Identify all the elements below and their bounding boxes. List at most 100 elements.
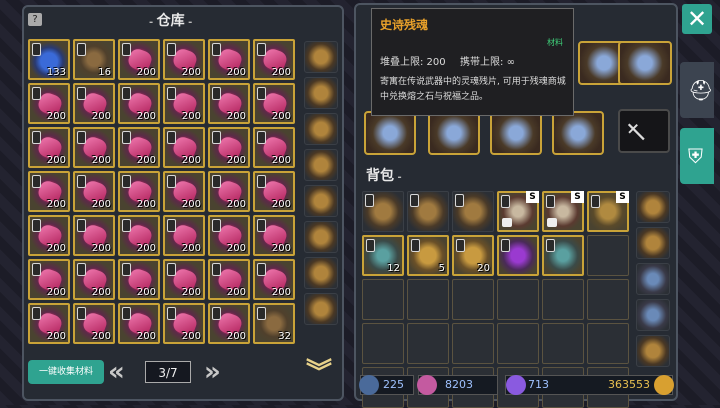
warehouse-slot[interactable]: 200	[28, 215, 70, 256]
backpack-empty-slot[interactable]	[452, 279, 494, 320]
side-item-bag[interactable]	[304, 257, 338, 289]
warehouse-slot[interactable]: 200	[73, 215, 115, 256]
backpack-slot[interactable]	[362, 191, 404, 232]
backpack-empty-slot[interactable]	[497, 279, 539, 320]
backpack-empty-slot[interactable]	[452, 323, 494, 364]
warehouse-slot[interactable]: 200	[163, 83, 205, 124]
side-item-bag[interactable]	[304, 149, 338, 181]
equip-slot-gloves[interactable]	[428, 111, 480, 155]
backpack-slot[interactable]: 20	[452, 235, 494, 276]
equip-slot-accessory[interactable]	[490, 111, 542, 155]
side-item-gem[interactable]	[636, 299, 670, 331]
warehouse-slot[interactable]: 32	[253, 303, 295, 344]
item-count: 200	[136, 287, 156, 298]
warehouse-slot[interactable]: 200	[28, 259, 70, 300]
warehouse-slot[interactable]: 200	[253, 259, 295, 300]
warehouse-slot[interactable]: 200	[208, 303, 250, 344]
prev-page-arrow-icon[interactable]: «	[108, 359, 125, 385]
bind-tag-icon	[257, 43, 266, 56]
warehouse-slot[interactable]: 200	[163, 259, 205, 300]
tab-armor[interactable]: ⛨	[680, 128, 714, 184]
warehouse-slot[interactable]: 133	[28, 39, 70, 80]
backpack-empty-slot[interactable]	[542, 279, 584, 320]
backpack-slot[interactable]: 12	[362, 235, 404, 276]
equip-slot-armor[interactable]	[364, 111, 416, 155]
backpack-slot[interactable]: 5	[407, 235, 449, 276]
backpack-slot[interactable]: S	[587, 191, 629, 232]
next-page-arrow-icon[interactable]: »	[204, 359, 221, 385]
warehouse-slot[interactable]: 200	[118, 83, 160, 124]
backpack-slot[interactable]: S	[542, 191, 584, 232]
side-item-chest[interactable]	[636, 227, 670, 259]
backpack-empty-slot[interactable]	[407, 279, 449, 320]
side-item-gem[interactable]	[636, 263, 670, 295]
side-item-bag[interactable]	[304, 221, 338, 253]
equip-slot-ring[interactable]	[552, 111, 604, 155]
warehouse-slot[interactable]: 200	[73, 303, 115, 344]
side-item-bag[interactable]	[304, 185, 338, 217]
warehouse-slot[interactable]: 200	[253, 127, 295, 168]
warehouse-slot[interactable]: 200	[118, 303, 160, 344]
backpack-slot[interactable]	[497, 235, 539, 276]
backpack-slot[interactable]: S	[497, 191, 539, 232]
warehouse-slot[interactable]: 200	[118, 171, 160, 212]
warehouse-slot[interactable]: 200	[208, 83, 250, 124]
expand-down-chevron-icon[interactable]: ︾	[306, 360, 332, 386]
warehouse-slot[interactable]: 200	[73, 127, 115, 168]
warehouse-title: - 仓库 -	[149, 13, 193, 29]
warehouse-slot[interactable]: 200	[208, 259, 250, 300]
warehouse-slot[interactable]: 200	[163, 39, 205, 80]
warehouse-slot[interactable]: 200	[73, 83, 115, 124]
side-item-bag[interactable]	[304, 77, 338, 109]
collect-materials-button[interactable]: 一键收集材料	[28, 360, 104, 384]
side-item-bag[interactable]	[304, 41, 338, 73]
help-icon[interactable]: ?	[28, 13, 42, 26]
backpack-slot[interactable]	[407, 191, 449, 232]
backpack-empty-slot[interactable]	[362, 323, 404, 364]
warehouse-slot[interactable]: 200	[73, 259, 115, 300]
warehouse-slot[interactable]: 200	[208, 127, 250, 168]
backpack-slot[interactable]	[452, 191, 494, 232]
tab-helmet[interactable]: ⛑	[680, 62, 714, 118]
backpack-empty-slot[interactable]	[587, 323, 629, 364]
equip-slot-weapon[interactable]: †	[618, 109, 670, 153]
close-button[interactable]: ✕	[682, 4, 712, 34]
bind-tag-icon	[77, 219, 86, 232]
warehouse-slot[interactable]: 200	[163, 215, 205, 256]
backpack-slot[interactable]	[542, 235, 584, 276]
warehouse-slot[interactable]: 200	[208, 171, 250, 212]
warehouse-slot[interactable]: 200	[73, 171, 115, 212]
warehouse-slot[interactable]: 200	[163, 171, 205, 212]
bind-tag-icon	[167, 87, 176, 100]
side-item-bag[interactable]	[304, 293, 338, 325]
warehouse-slot[interactable]: 200	[118, 215, 160, 256]
warehouse-slot[interactable]: 200	[28, 303, 70, 344]
warehouse-slot[interactable]: 200	[163, 127, 205, 168]
warehouse-slot[interactable]: 200	[253, 83, 295, 124]
backpack-empty-slot[interactable]	[587, 279, 629, 320]
warehouse-slot[interactable]: 200	[118, 127, 160, 168]
bind-tag-icon	[122, 175, 131, 188]
backpack-empty-slot[interactable]	[542, 323, 584, 364]
warehouse-slot[interactable]: 16	[73, 39, 115, 80]
warehouse-slot[interactable]: 200	[253, 171, 295, 212]
warehouse-slot[interactable]: 200	[28, 127, 70, 168]
warehouse-slot[interactable]: 200	[28, 171, 70, 212]
warehouse-slot[interactable]: 200	[163, 303, 205, 344]
warehouse-slot[interactable]: 200	[208, 39, 250, 80]
warehouse-slot[interactable]: 200	[253, 39, 295, 80]
backpack-empty-slot[interactable]	[497, 323, 539, 364]
backpack-empty-slot[interactable]	[407, 323, 449, 364]
sword-currency-icon	[359, 375, 379, 395]
warehouse-slot[interactable]: 200	[28, 83, 70, 124]
backpack-empty-slot[interactable]	[587, 235, 629, 276]
side-item-bag[interactable]	[304, 113, 338, 145]
warehouse-slot[interactable]: 200	[118, 259, 160, 300]
side-item-chest[interactable]	[636, 191, 670, 223]
warehouse-slot[interactable]: 200	[208, 215, 250, 256]
warehouse-slot[interactable]: 200	[118, 39, 160, 80]
equip-slot-cloak[interactable]	[618, 41, 672, 85]
warehouse-slot[interactable]: 200	[253, 215, 295, 256]
backpack-empty-slot[interactable]	[362, 279, 404, 320]
side-item-bag[interactable]	[636, 335, 670, 367]
